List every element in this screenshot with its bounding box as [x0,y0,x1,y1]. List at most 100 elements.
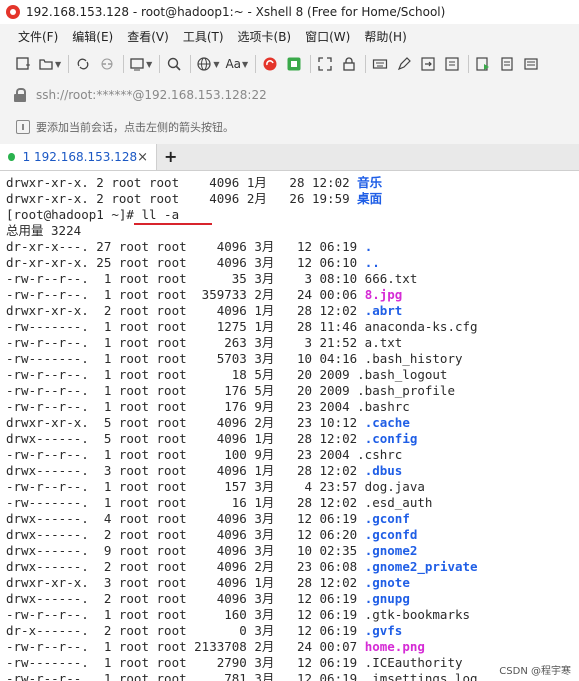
terminal-file-name: .gnote [364,575,410,590]
terminal-line-text: drwx------. 9 root root 4096 3月 10 02:35 [6,543,365,558]
open-folder-icon[interactable]: ▼ [38,54,61,74]
terminal-line-text: dr-xr-xr-x. 25 root root 4096 3月 12 06:1… [6,255,365,270]
menu-file[interactable]: 文件(F) [18,28,58,45]
xshell-app-icon[interactable] [6,5,20,19]
terminal-line-text: dr-xr-x---. 27 root root 4096 3月 12 06:1… [6,239,365,254]
terminal-line: drwx------. 2 root root 4096 3月 12 06:20… [6,527,417,543]
hint-bar: 要添加当前会话，点击左侧的箭头按钮。 [0,114,579,140]
tab-session-1[interactable]: 1 192.168.153.128 × [0,144,157,170]
toolbar-separator [190,55,192,73]
terminal-line-text: -rw-r--r--. 1 root root 176 9月 23 2004 .… [6,399,410,414]
terminal-line-text: -rw-r--r--. 1 root root 359733 2月 24 00:… [6,287,365,302]
terminal-line: -rw-r--r--. 1 root root 176 5月 20 2009 .… [6,383,455,399]
session-properties-icon[interactable]: ▼ [129,54,152,74]
hint-text: 要添加当前会话，点击左侧的箭头按钮。 [36,121,234,134]
terminal-file-name: .. [364,255,380,270]
terminal-file-name: .config [364,431,418,446]
terminal-file-name: .gvfs [364,623,403,638]
script-run-icon[interactable] [474,54,492,74]
title-bar: 192.168.153.128 - root@hadoop1:~ - Xshel… [0,0,579,24]
terminal-line: -rw-------. 1 root root 1275 1月 28 11:46… [6,319,478,335]
terminal-line-text: dr-x------. 2 root root 0 3月 12 06:19 [6,623,365,638]
keyboard-icon[interactable] [371,54,389,74]
address-text[interactable]: ssh://root:******@192.168.153.128:22 [36,88,267,102]
add-tab-button[interactable]: + [164,147,177,166]
reconnect-icon[interactable] [74,54,92,74]
terminal-line: -rw-------. 1 root root 5703 3月 10 04:16… [6,351,463,367]
terminal-line-text: -rw-r--r--. 1 root root 160 3月 12 06:19 … [6,607,471,622]
search-icon[interactable] [165,54,183,74]
toolbar-separator [468,55,470,73]
transfer-icon[interactable] [419,54,437,74]
terminal-line: dr-x------. 2 root root 0 3月 12 06:19 .g… [6,623,402,639]
terminal-line-text: [root@hadoop1 ~]# ll -a [6,207,180,222]
terminal-line: -rw-r--r--. 1 root root 157 3月 4 23:57 d… [6,479,425,495]
terminal-line: -rw-r--r--. 1 root root 2133708 2月 24 00… [6,639,425,655]
notes-icon[interactable] [522,54,540,74]
terminal-line-text: -rw-r--r--. 1 root root 781 3月 12 06:19 … [6,671,478,681]
font-label: Aa [225,57,242,71]
disconnect-icon[interactable] [98,54,116,74]
compose-icon[interactable] [443,54,461,74]
terminal-file-name: .gconfd [364,527,418,542]
new-session-icon[interactable] [14,54,32,74]
terminal-line-text: -rw-------. 1 root root 16 1月 28 12:02 .… [6,495,433,510]
terminal-line-text: drwxr-xr-x. 3 root root 4096 1月 28 12:02 [6,575,365,590]
toolbar-separator [68,55,70,73]
terminal-line-text: drwx------. 2 root root 4096 3月 12 06:19 [6,591,365,606]
menu-view[interactable]: 查看(V) [127,28,169,45]
terminal-line-text: drwxr-xr-x. 2 root root 4096 1月 28 12:02 [6,303,365,318]
xftp-green-icon[interactable] [285,54,303,74]
menu-tab[interactable]: 选项卡(B) [238,28,292,45]
terminal-line: -rw-r--r--. 1 root root 160 3月 12 06:19 … [6,607,470,623]
terminal-line-text: drwx------. 3 root root 4096 1月 28 12:02 [6,463,365,478]
terminal-line-text: drwx------. 4 root root 4096 3月 12 06:19 [6,511,365,526]
pen-icon[interactable] [395,54,413,74]
font-button[interactable]: Aa ▼ [225,54,248,74]
terminal-line: -rw-r--r--. 1 root root 781 3月 12 06:19 … [6,671,478,681]
window-title: 192.168.153.128 - root@hadoop1:~ - Xshel… [26,5,446,19]
add-session-arrow-icon[interactable] [16,120,30,134]
toolbar-separator [123,55,125,73]
address-bar[interactable]: ssh://root:******@192.168.153.128:22 [12,82,574,108]
toolbar-separator [255,55,257,73]
tab-close-icon[interactable]: × [137,150,148,165]
terminal[interactable]: drwxr-xr-x. 2 root root 4096 1月 28 12:02… [0,171,579,681]
toolbar: ▼ ▼ ▼ Aa ▼ [0,49,579,79]
toolbar-separator [159,55,161,73]
terminal-line: -rw-r--r--. 1 root root 359733 2月 24 00:… [6,287,402,303]
terminal-line: drwx------. 2 root root 4096 3月 12 06:19… [6,591,410,607]
terminal-line-text: -rw-------. 1 root root 5703 3月 10 04:16… [6,351,463,366]
tab-label: 1 192.168.153.128 [22,150,138,164]
menu-tools[interactable]: 工具(T) [183,28,224,45]
menu-edit[interactable]: 编辑(E) [72,28,113,45]
toolbar-separator [310,55,312,73]
lock-icon[interactable] [340,54,358,74]
globe-icon[interactable]: ▼ [196,54,219,74]
terminal-file-name: 8.jpg [364,287,403,302]
terminal-line: drwx------. 3 root root 4096 1月 28 12:02… [6,463,402,479]
terminal-file-name: .gconf [364,511,410,526]
terminal-line: -rw-------. 1 root root 2790 3月 12 06:19… [6,655,463,671]
terminal-line: dr-xr-xr-x. 25 root root 4096 3月 12 06:1… [6,255,380,271]
terminal-line: [root@hadoop1 ~]# ll -a [6,207,179,223]
terminal-line-text: -rw-------. 1 root root 1275 1月 28 11:46… [6,319,478,334]
toolbar-separator [365,55,367,73]
terminal-line: drwxr-xr-x. 2 root root 4096 2月 26 19:59… [6,191,382,207]
annotation-underline [134,223,212,225]
terminal-line-text: -rw-r--r--. 1 root root 2133708 2月 24 00… [6,639,365,654]
terminal-line: drwxr-xr-x. 2 root root 4096 1月 28 12:02… [6,175,382,191]
terminal-line: -rw-r--r--. 1 root root 35 3月 3 08:10 66… [6,271,417,287]
menu-help[interactable]: 帮助(H) [364,28,406,45]
terminal-line: drwxr-xr-x. 2 root root 4096 1月 28 12:02… [6,303,402,319]
terminal-line-text: drwxr-xr-x. 2 root root 4096 1月 28 12:02 [6,175,358,190]
fullscreen-icon[interactable] [316,54,334,74]
terminal-line-text: -rw-r--r--. 1 root root 35 3月 3 08:10 66… [6,271,418,286]
menu-window[interactable]: 窗口(W) [305,28,350,45]
xshell-red-icon[interactable] [261,54,279,74]
terminal-line-text: -rw-r--r--. 1 root root 176 5月 20 2009 .… [6,383,455,398]
terminal-line: drwxr-xr-x. 3 root root 4096 1月 28 12:02… [6,575,410,591]
connection-status-dot [8,153,15,161]
terminal-line-text: -rw-r--r--. 1 root root 100 9月 23 2004 .… [6,447,403,462]
log-icon[interactable] [498,54,516,74]
